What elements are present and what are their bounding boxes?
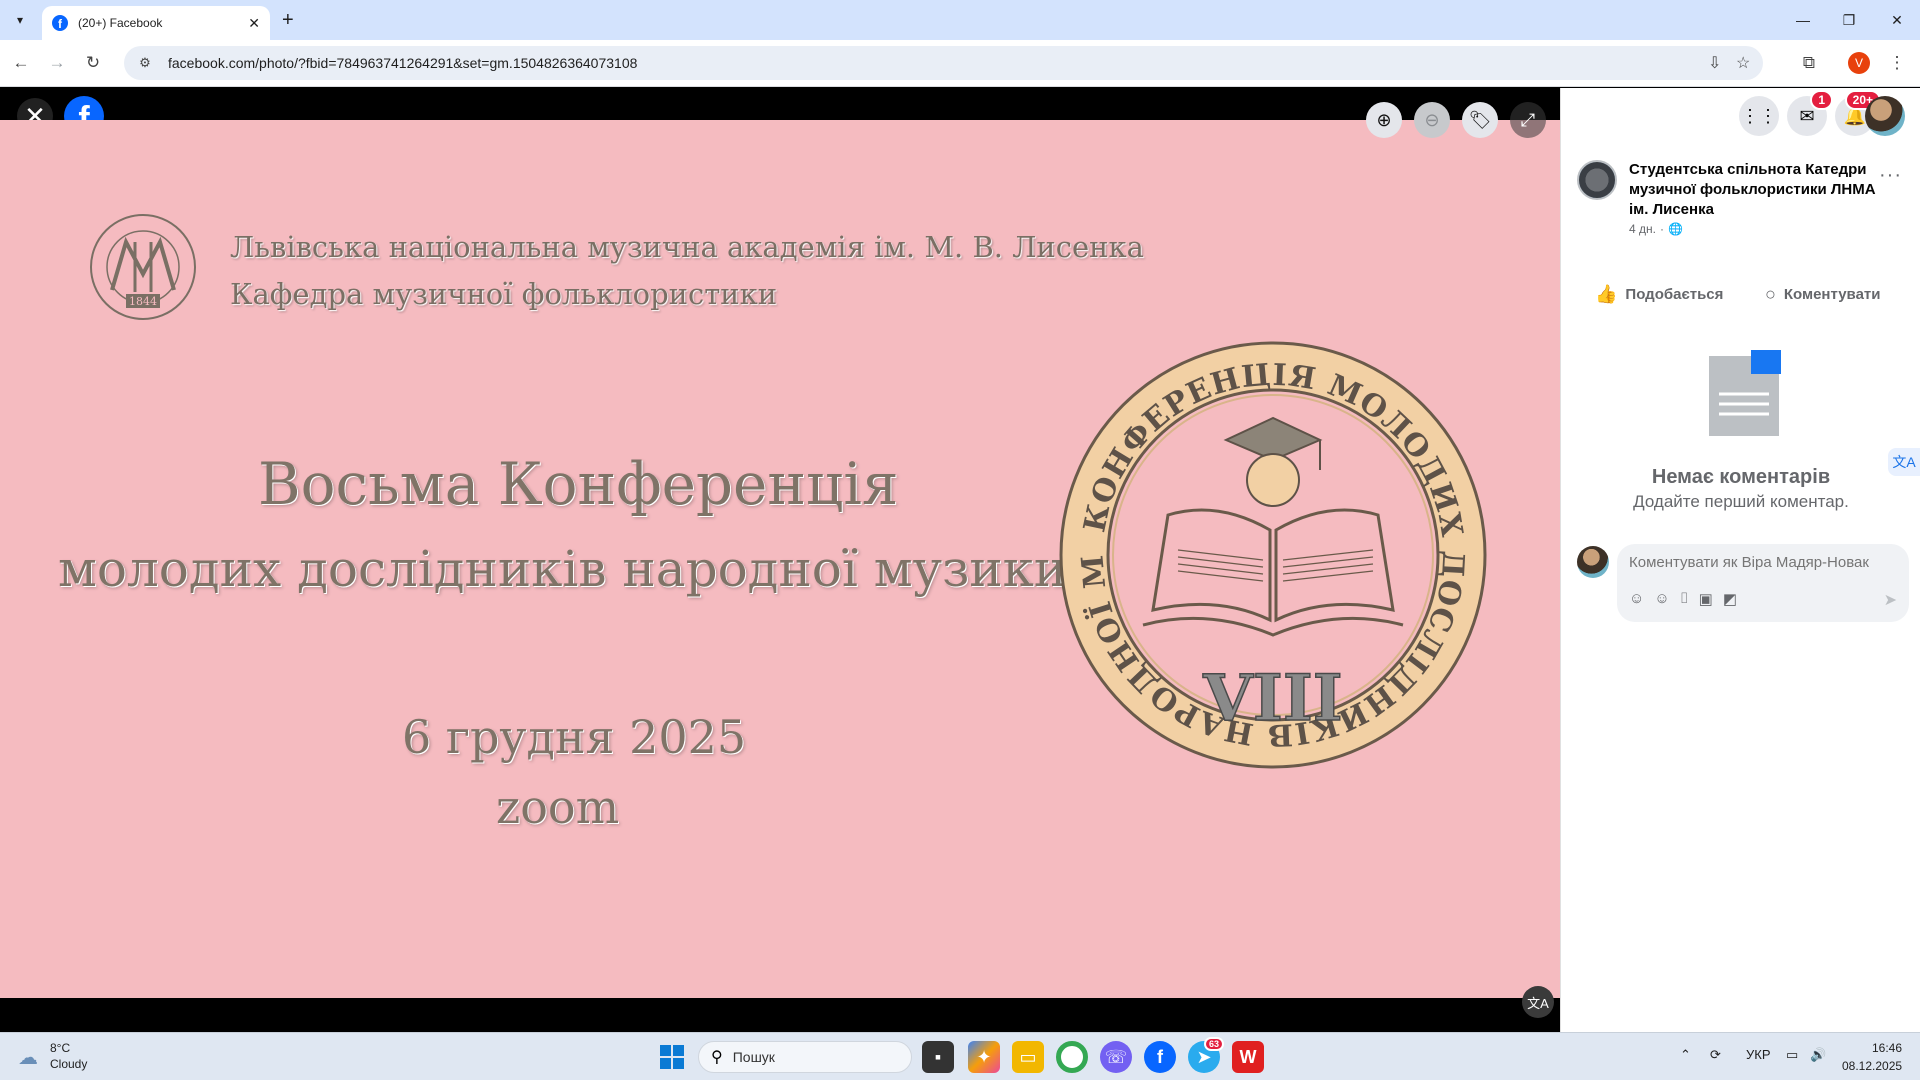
taskbar-search[interactable]: ⚲ Пошук [698,1041,912,1073]
messenger-badge: 1 [1810,90,1833,110]
facebook-favicon-icon: f [52,15,68,31]
tray-overflow-icon[interactable]: ⌃ [1680,1047,1691,1063]
clock-time[interactable]: 16:46 [1872,1041,1902,1055]
wps-office-icon[interactable]: W [1232,1041,1264,1073]
no-comments-title: Немає коментарів [1651,466,1831,488]
clock-date[interactable]: 08.12.2025 [1842,1059,1902,1073]
sync-icon[interactable]: ⟳ [1710,1047,1721,1063]
avatar-sticker-icon[interactable]: ☺ [1629,590,1644,608]
restore-button[interactable]: ❐ [1826,0,1872,40]
profile-avatar[interactable]: V [1848,52,1870,74]
minimize-button[interactable]: — [1780,0,1826,40]
taskbar-search-label: Пошук [732,1049,775,1065]
page-avatar[interactable] [1577,160,1617,200]
thumbs-up-icon: 👍 [1595,284,1618,304]
windows-taskbar: ☁ 8°C Cloudy ⚲ Пошук ▪ ✦ ▭ ☏ f ➤ 63 W ⌃ … [0,1032,1920,1080]
more-options-icon[interactable]: ··· [1879,164,1902,187]
copilot-icon[interactable]: ✦ [968,1041,1000,1073]
weather-temperature[interactable]: 8°C [50,1041,70,1055]
back-arrow-icon[interactable]: ← [8,50,34,76]
comment-composer[interactable]: ☺ ☺ ⌷ ▣ ◩ ➤ [1617,544,1909,622]
like-label: Подобається [1625,286,1724,303]
network-icon[interactable]: ▭ [1786,1047,1798,1063]
facebook-app-icon[interactable]: f [1144,1041,1176,1073]
svg-text:VIII: VIII [1202,661,1342,736]
page-name-link[interactable]: Студентська спільнота Катедри музичної ф… [1629,160,1877,220]
browser-tab-bar: ▾ f (20+) Facebook ✕ + — ❐ ✕ [0,0,1920,40]
academy-logo-icon: 1844 [90,214,196,320]
post-side-panel: ⋮⋮ ✉ 1 🔔 20+ Студентська спільнота Катед… [1560,88,1920,1032]
post-meta: 4 дн. · 🌐 [1629,222,1683,236]
svg-text:1844: 1844 [129,295,157,308]
translate-extension-icon[interactable]: 文A [1888,448,1920,476]
tab-close-icon[interactable]: ✕ [248,15,260,32]
commenter-avatar[interactable] [1577,546,1609,578]
tab-title: (20+) Facebook [78,16,163,30]
task-view-icon[interactable]: ▪ [922,1041,954,1073]
sticker-icon[interactable]: ◩ [1723,590,1737,608]
new-tab-button[interactable]: + [282,8,294,32]
address-bar[interactable]: ⚙ facebook.com/photo/?fbid=7849637412642… [124,46,1763,80]
gif-icon[interactable]: ▣ [1699,590,1713,608]
zoom-out-icon[interactable]: ⊖ [1414,102,1450,138]
no-comments-document-icon [1709,350,1781,436]
weather-description[interactable]: Cloudy [50,1057,87,1071]
comment-input[interactable] [1629,554,1897,571]
conference-emblem-icon: КОНФЕРЕНЦІЯ МОЛОДИХ ДОСЛІДНИКІВ НАРОДНОЇ… [1058,340,1487,769]
search-icon: ⚲ [711,1049,723,1066]
messenger-icon[interactable]: ✉ 1 [1787,90,1833,136]
account-avatar[interactable] [1865,96,1905,136]
comment-label: Коментувати [1783,286,1881,303]
cloudy-weather-icon[interactable]: ☁ [18,1045,38,1070]
input-language[interactable]: УКР [1746,1047,1771,1062]
tag-icon[interactable]: 🏷 [1462,102,1498,138]
telegram-badge: 63 [1203,1037,1224,1051]
windows-start-icon[interactable] [660,1045,684,1069]
public-globe-icon: 🌐 [1667,222,1683,236]
no-comments-subtitle: Додайте перший коментар. [1633,492,1849,511]
comment-button[interactable]: ○ Коментувати [1765,284,1881,305]
menu-grid-icon[interactable]: ⋮⋮ [1739,96,1779,136]
like-button[interactable]: 👍 Подобається [1595,284,1723,305]
tab-search-chevron-icon[interactable]: ▾ [8,8,32,32]
browser-toolbar: ← → ↻ ⚙ facebook.com/photo/?fbid=7849637… [0,40,1920,87]
emoji-icon[interactable]: ☺ [1654,590,1669,608]
comment-tools: ☺ ☺ ⌷ ▣ ◩ [1629,590,1737,608]
post-time[interactable]: 4 дн. [1629,222,1656,236]
extensions-puzzle-icon[interactable]: ⧉ [1796,50,1822,76]
viber-icon[interactable]: ☏ [1100,1041,1132,1073]
forward-arrow-icon[interactable]: → [44,50,70,76]
file-explorer-icon[interactable]: ▭ [1012,1041,1044,1073]
reload-icon[interactable]: ↻ [80,50,106,76]
camera-icon[interactable]: ⌷ [1680,590,1689,608]
header-department-name: Кафедра музичної фольклористики [230,277,778,311]
poster-title-line2: молодих дослідників народної музики [58,540,1068,598]
header-academy-name: Львівська національна музична академія і… [230,230,1144,264]
bookmark-star-icon[interactable]: ☆ [1736,46,1750,80]
photo-viewer: ✕ f 1844 Львівська національна музична а… [0,88,1560,1032]
site-info-icon[interactable]: ⚙ [136,54,154,72]
chrome-icon[interactable] [1056,1041,1088,1073]
translate-image-icon[interactable]: 文A [1522,986,1554,1018]
poster-title-line1: Восьма Конференція [258,450,899,518]
poster-platform: zoom [496,780,620,834]
browser-menu-icon[interactable]: ⋮ [1884,50,1910,76]
volume-icon[interactable]: 🔊 [1810,1047,1826,1063]
fullscreen-icon[interactable]: ⤢ [1510,102,1546,138]
window-close-button[interactable]: ✕ [1874,0,1920,40]
conference-poster-image: 1844 Львівська національна музична акаде… [0,120,1560,1018]
telegram-icon[interactable]: ➤ 63 [1188,1037,1224,1073]
send-icon[interactable]: ➤ [1884,590,1897,610]
poster-date: 6 грудня 2025 [402,710,747,764]
zoom-in-icon[interactable]: ⊕ [1366,102,1402,138]
comment-bubble-icon: ○ [1765,284,1776,304]
install-app-icon[interactable]: ⇩ [1708,46,1721,80]
url-text[interactable]: facebook.com/photo/?fbid=784963741264291… [168,55,637,71]
browser-tab[interactable]: f (20+) Facebook ✕ [42,6,270,40]
